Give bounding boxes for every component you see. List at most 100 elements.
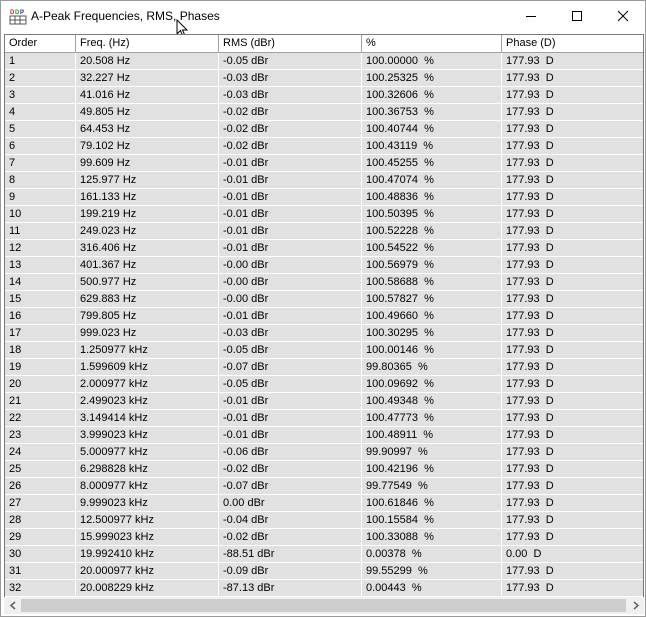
table-row[interactable]: 10 199.219 Hz -0.01 dBr 100.50395 % 177.93 D [5, 206, 643, 223]
frequency-cell: 9.999023 kHz [76, 495, 219, 511]
frequency-cell: 8.000977 kHz [76, 478, 219, 494]
table-row[interactable]: 17 999.023 Hz -0.03 dBr 100.30295 % 177.93 D [5, 325, 643, 342]
frequency-cell: 6.298828 kHz [76, 461, 219, 477]
table-row[interactable]: 8 125.977 Hz -0.01 dBr 100.47074 % 177.93 D [5, 172, 643, 189]
close-button[interactable] [600, 1, 646, 31]
percent-cell: 100.58688 % [362, 274, 502, 290]
table-row[interactable]: 14 500.977 Hz -0.00 dBr 100.58688 % 177.93 D [5, 274, 643, 291]
table-row[interactable]: 7 99.609 Hz -0.01 dBr 100.45255 % 177.93 D [5, 155, 643, 172]
phase-cell: 177.93 D [506, 429, 554, 441]
table-row[interactable]: 6 79.102 Hz -0.02 dBr 100.43119 % 177.93 D [5, 138, 643, 155]
column-header-percent[interactable]: % [362, 35, 502, 52]
table-row[interactable]: 5 64.453 Hz -0.02 dBr 100.40744 % 177.93 D [5, 121, 643, 138]
rms-cell: -0.07 dBr [219, 478, 362, 494]
table-row[interactable]: 20 2.000977 kHz -0.05 dBr 100.09692 % 177.93… [5, 376, 643, 393]
phase-cell: 177.93 D [506, 123, 554, 135]
frequency-cell: 2.000977 kHz [76, 376, 219, 392]
order-cell: 25 [5, 461, 76, 477]
rms-cell: -0.01 dBr [219, 393, 362, 409]
column-header-order[interactable]: Order [5, 35, 76, 52]
percent-cell: 100.48836 % [362, 189, 502, 205]
table-row[interactable]: 11 249.023 Hz -0.01 dBr 100.52228 % 177.93 D [5, 223, 643, 240]
table-row[interactable]: 29 15.999023 kHz -0.02 dBr 100.33088 % 177.9… [5, 529, 643, 546]
scroll-right-button[interactable] [627, 597, 644, 614]
rms-cell: -0.03 dBr [219, 87, 362, 103]
table-row[interactable]: 23 3.999023 kHz -0.01 dBr 100.48911 % 177.93… [5, 427, 643, 444]
phase-cell: 177.93 D [506, 310, 554, 322]
phase-cell: 177.93 D [506, 395, 554, 407]
table-row[interactable]: 4 49.805 Hz -0.02 dBr 100.36753 % 177.93 D [5, 104, 643, 121]
table-row[interactable]: 28 12.500977 kHz -0.04 dBr 100.15584 % 177.9… [5, 512, 643, 529]
column-header-rms[interactable]: RMS (dBr) [219, 35, 362, 52]
order-cell: 26 [5, 478, 76, 494]
phase-cell: 177.93 D [506, 106, 554, 118]
rms-cell: -0.07 dBr [219, 359, 362, 375]
table-row[interactable]: 2 32.227 Hz -0.03 dBr 100.25325 % 177.93 D [5, 70, 643, 87]
frequency-cell: 20.000977 kHz [76, 563, 219, 579]
table-row[interactable]: 18 1.250977 kHz -0.05 dBr 100.00146 % 177.93… [5, 342, 643, 359]
percent-cell: 100.09692 % [362, 376, 502, 392]
horizontal-scrollbar[interactable] [4, 597, 644, 614]
table-row[interactable]: 22 3.149414 kHz -0.01 dBr 100.47773 % 177.93… [5, 410, 643, 427]
order-cell: 12 [5, 240, 76, 256]
table-row[interactable]: 1 20.508 Hz -0.05 dBr 100.00000 % 177.93 D [5, 53, 643, 70]
phase-cell: 177.93 D [506, 344, 554, 356]
table-row[interactable]: 13 401.367 Hz -0.00 dBr 100.56979 % 177.93 D [5, 257, 643, 274]
rms-cell: -0.00 dBr [219, 274, 362, 290]
results-table[interactable]: Order Freq. (Hz) RMS (dBr) % Phase (D) 1… [4, 34, 644, 598]
table-row[interactable]: 19 1.599609 kHz -0.07 dBr 99.80365 % 177.93 … [5, 359, 643, 376]
percent-cell: 100.30295 % [362, 325, 502, 341]
phase-cell: 177.93 D [506, 378, 554, 390]
percent-cell: 100.45255 % [362, 155, 502, 171]
table-row[interactable]: 21 2.499023 kHz -0.01 dBr 100.49348 % 177.93… [5, 393, 643, 410]
column-header-frequency[interactable]: Freq. (Hz) [76, 35, 219, 52]
table-row[interactable]: 24 5.000977 kHz -0.06 dBr 99.90997 % 177.93 … [5, 444, 643, 461]
frequency-cell: 99.609 Hz [76, 155, 219, 171]
phase-cell: 177.93 D [506, 208, 554, 220]
order-cell: 30 [5, 546, 76, 562]
rms-cell: 0.00 dBr [219, 495, 362, 511]
table-row[interactable]: 3 41.016 Hz -0.03 dBr 100.32606 % 177.93 D [5, 87, 643, 104]
table-row[interactable]: 27 9.999023 kHz 0.00 dBr 100.61846 % 177.93 … [5, 495, 643, 512]
phase-cell: 177.93 D [506, 55, 554, 67]
table-row[interactable]: 16 799.805 Hz -0.01 dBr 100.49660 % 177.93 D [5, 308, 643, 325]
percent-cell: 0.00378 % [362, 546, 502, 562]
frequency-cell: 249.023 Hz [76, 223, 219, 239]
title-bar[interactable]: D D P A-Peak Frequencies, RMS, Phases [1, 1, 646, 38]
table-row[interactable]: 31 20.000977 kHz -0.09 dBr 99.55299 % 177.93… [5, 563, 643, 580]
percent-cell: 100.47074 % [362, 172, 502, 188]
order-cell: 6 [5, 138, 76, 154]
maximize-button[interactable] [554, 1, 600, 31]
close-icon [617, 10, 629, 22]
order-cell: 18 [5, 342, 76, 358]
rms-cell: -0.01 dBr [219, 189, 362, 205]
phase-cell: 177.93 D [506, 531, 554, 543]
percent-cell: 99.90997 % [362, 444, 502, 460]
table-row[interactable]: 25 6.298828 kHz -0.02 dBr 100.42196 % 177.93… [5, 461, 643, 478]
percent-cell: 100.50395 % [362, 206, 502, 222]
order-cell: 17 [5, 325, 76, 341]
table-row[interactable]: 30 19.992410 kHz -88.51 dBr 0.00378 % 0.00 D [5, 546, 643, 563]
scroll-thumb[interactable] [21, 599, 626, 612]
phase-cell: 177.93 D [506, 259, 554, 271]
percent-cell: 100.49348 % [362, 393, 502, 409]
table-row[interactable]: 32 20.008229 kHz -87.13 dBr 0.00443 % 177.93… [5, 580, 643, 597]
order-cell: 28 [5, 512, 76, 528]
table-body: 1 20.508 Hz -0.05 dBr 100.00000 % 177.93 D23… [5, 53, 643, 597]
table-row[interactable]: 15 629.883 Hz -0.00 dBr 100.57827 % 177.93 D [5, 291, 643, 308]
percent-cell: 100.61846 % [362, 495, 502, 511]
svg-text:P: P [20, 10, 24, 16]
minimize-button[interactable] [508, 1, 554, 31]
table-row[interactable]: 26 8.000977 kHz -0.07 dBr 99.77549 % 177.93 … [5, 478, 643, 495]
rms-cell: -0.03 dBr [219, 325, 362, 341]
percent-cell: 100.40744 % [362, 121, 502, 137]
frequency-cell: 64.453 Hz [76, 121, 219, 137]
frequency-cell: 15.999023 kHz [76, 529, 219, 545]
table-row[interactable]: 9 161.133 Hz -0.01 dBr 100.48836 % 177.93 D [5, 189, 643, 206]
column-header-phase[interactable]: Phase (D) [502, 35, 643, 52]
scroll-left-button[interactable] [4, 597, 21, 614]
table-row[interactable]: 12 316.406 Hz -0.01 dBr 100.54522 % 177.93 D [5, 240, 643, 257]
percent-cell: 100.25325 % [362, 70, 502, 86]
rms-cell: -0.09 dBr [219, 563, 362, 579]
rms-cell: -0.01 dBr [219, 206, 362, 222]
